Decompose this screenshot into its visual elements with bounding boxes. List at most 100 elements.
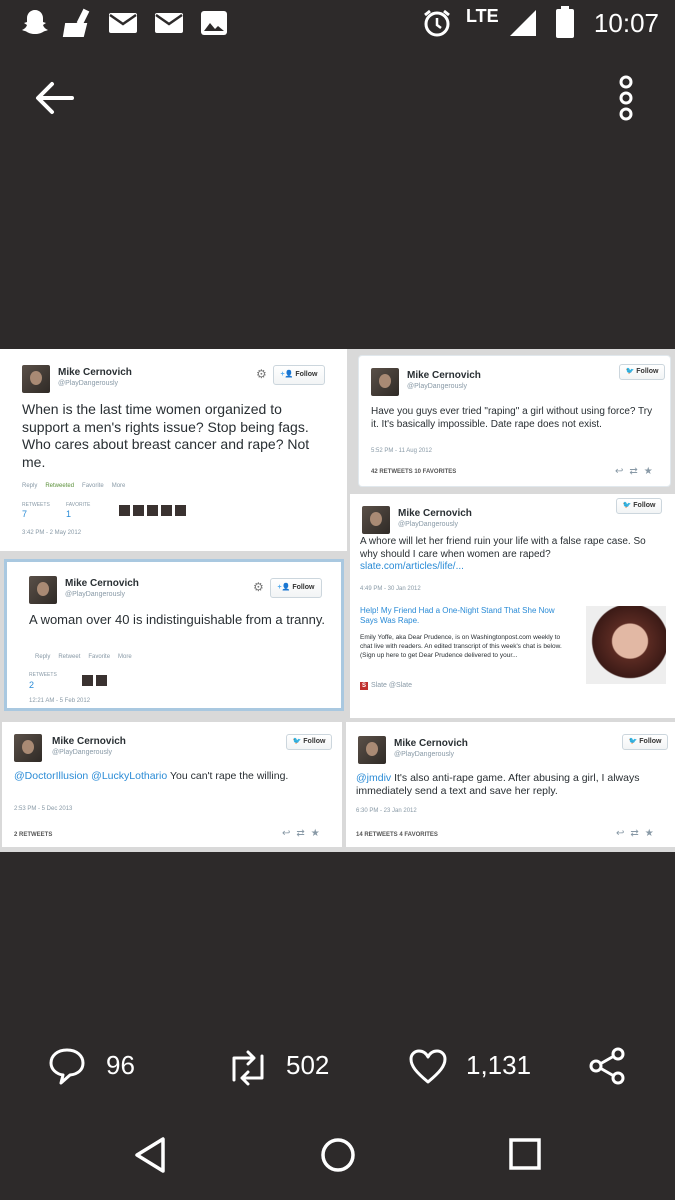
author-name: Mike Cernovich — [58, 367, 132, 378]
tweet-text: A whore will let her friend ruin your li… — [360, 536, 646, 572]
snapchat-icon — [22, 10, 48, 34]
system-navigation-bar — [0, 1115, 675, 1195]
tweet-text: @jmdiv It's also anti-rape game. After a… — [356, 772, 640, 798]
tweet-timestamp: 5:52 PM - 11 Aug 2012 — [371, 448, 432, 454]
gear-icon: ⚙ — [256, 367, 267, 381]
signal-icon — [510, 10, 536, 36]
avatar — [371, 368, 399, 396]
tweet-timestamp: 6:30 PM - 23 Jan 2012 — [356, 808, 417, 814]
image-icon — [201, 11, 227, 35]
follow-button: 🐦 Follow — [619, 364, 665, 380]
retweeter-avatar — [132, 504, 145, 517]
author-name: Mike Cernovich — [65, 578, 139, 589]
link-preview-card: Help! My Friend Had a One-Night Stand Th… — [360, 606, 666, 706]
author-handle: @PlayDangerously — [398, 521, 459, 528]
tweet-actions: Reply Retweeted Favorite More — [22, 483, 126, 489]
author-handle: @PlayDangerously — [394, 751, 455, 758]
tweet-actions: Reply Retweet Favorite More — [35, 654, 132, 660]
tweet-card: Mike Cernovich @PlayDangerously ⚙ +👤 Foll… — [0, 349, 347, 551]
alarm-icon — [424, 9, 450, 37]
tweet-link: slate.com/articles/life/... — [360, 561, 464, 572]
tweet-action-bar: 96 502 1,131 — [0, 1040, 675, 1095]
cleaner-icon — [62, 8, 90, 37]
tweet-stats: 2 RETWEETS — [14, 832, 53, 838]
tweet-timestamp: 2:53 PM - 5 Dec 2013 — [14, 806, 73, 812]
reply-button[interactable]: 96 — [48, 1040, 148, 1095]
retweeter-avatar — [174, 504, 187, 517]
reply-retweet-favorite-icons: ↩⇄★ — [615, 466, 659, 477]
follow-button: +👤 Follow — [273, 365, 325, 385]
retweeter-avatar — [95, 674, 108, 687]
follow-button: +👤 Follow — [270, 578, 322, 598]
avatar — [362, 506, 390, 534]
card-title: Help! My Friend Had a One-Night Stand Th… — [360, 606, 555, 626]
reply-icon — [49, 1048, 85, 1085]
tweet-stats: 42 RETWEETS 10 FAVORITES — [371, 469, 457, 475]
author-handle: @PlayDangerously — [407, 383, 468, 390]
like-count: 1,131 — [466, 1050, 532, 1080]
avatar — [358, 736, 386, 764]
mail-icon — [109, 13, 137, 33]
retweets-count: 7 — [22, 509, 28, 519]
avatar — [29, 576, 57, 604]
top-app-bar — [0, 60, 675, 130]
author-name: Mike Cernovich — [52, 736, 126, 747]
tweet-timestamp: 12:21 AM - 5 Feb 2012 — [29, 698, 91, 704]
follow-button: 🐦 Follow — [622, 734, 668, 750]
more-options-icon[interactable] — [606, 74, 646, 124]
like-button[interactable]: 1,131 — [408, 1040, 538, 1095]
retweet-count: 502 — [286, 1050, 330, 1080]
tweet-text: When is the last time women organized to… — [22, 401, 310, 470]
slate-logo: S — [360, 682, 368, 690]
retweet-button[interactable]: 502 — [226, 1040, 346, 1095]
card-photo — [586, 606, 666, 684]
nav-recents-icon[interactable] — [506, 1135, 544, 1175]
share-button[interactable] — [588, 1040, 628, 1095]
retweeter-avatar — [118, 504, 131, 517]
tweet-timestamp: 4:49 PM - 30 Jan 2012 — [360, 586, 421, 592]
back-arrow-icon[interactable] — [32, 78, 76, 118]
favorites-count: 1 — [66, 509, 72, 519]
retweet-icon — [232, 1050, 264, 1086]
mail-icon-2 — [155, 13, 183, 33]
tweet-timestamp: 3:42 PM - 2 May 2012 — [22, 530, 82, 536]
author-handle: @PlayDangerously — [58, 380, 119, 387]
card-description: Emily Yoffe, aka Dear Prudence, is on Wa… — [360, 634, 562, 659]
retweeter-avatar — [146, 504, 159, 517]
retweets-label: RETWEETS — [29, 672, 57, 678]
avatar — [22, 365, 50, 393]
tweet-text: A woman over 40 is indistinguishable fro… — [29, 612, 326, 627]
status-bar: LTE 10:07 — [0, 0, 675, 48]
nav-home-icon[interactable] — [318, 1135, 358, 1175]
follow-button: 🐦 Follow — [616, 498, 662, 514]
tweet-mentions: @jmdiv — [356, 772, 392, 784]
author-handle: @PlayDangerously — [52, 749, 113, 756]
nav-back-icon[interactable] — [132, 1135, 168, 1175]
retweets-label: RETWEETS — [22, 502, 50, 508]
favorites-label: FAVORITE — [66, 502, 91, 508]
share-icon — [589, 1047, 625, 1085]
reply-retweet-favorite-icons: ↩⇄★ — [616, 828, 660, 839]
avatar — [14, 734, 42, 762]
tweet-card: Mike Cernovich @PlayDangerously 🐦 Follow … — [350, 494, 675, 718]
heart-icon — [409, 1049, 447, 1084]
retweeter-avatar — [81, 674, 94, 687]
author-name: Mike Cernovich — [394, 738, 468, 749]
tweet-card: Mike Cernovich @PlayDangerously 🐦 Follow … — [346, 722, 675, 847]
tweet-text: Have you guys ever tried "raping" a girl… — [371, 406, 653, 430]
retweets-count: 2 — [29, 680, 35, 690]
network-type: LTE — [466, 6, 499, 26]
tweet-card: Mike Cernovich @PlayDangerously 🐦 Follow … — [358, 355, 671, 487]
battery-icon — [556, 6, 574, 38]
tweet-card: Mike Cernovich @PlayDangerously 🐦 Follow … — [2, 722, 342, 847]
author-handle: @PlayDangerously — [65, 591, 126, 598]
reply-retweet-favorite-icons: ↩⇄★ — [282, 828, 326, 839]
tweet-mentions: @DoctorIllusion @LuckyLothario — [14, 770, 168, 782]
reply-count: 96 — [106, 1050, 135, 1080]
tweet-collage-image[interactable]: Mike Cernovich @PlayDangerously ⚙ +👤 Foll… — [0, 349, 675, 852]
tweet-card: Mike Cernovich @PlayDangerously ⚙ +👤 Foll… — [4, 559, 344, 711]
follow-button: 🐦 Follow — [286, 734, 332, 750]
author-name: Mike Cernovich — [398, 508, 472, 519]
gear-icon: ⚙ — [253, 580, 264, 594]
clock: 10:07 — [593, 8, 659, 38]
